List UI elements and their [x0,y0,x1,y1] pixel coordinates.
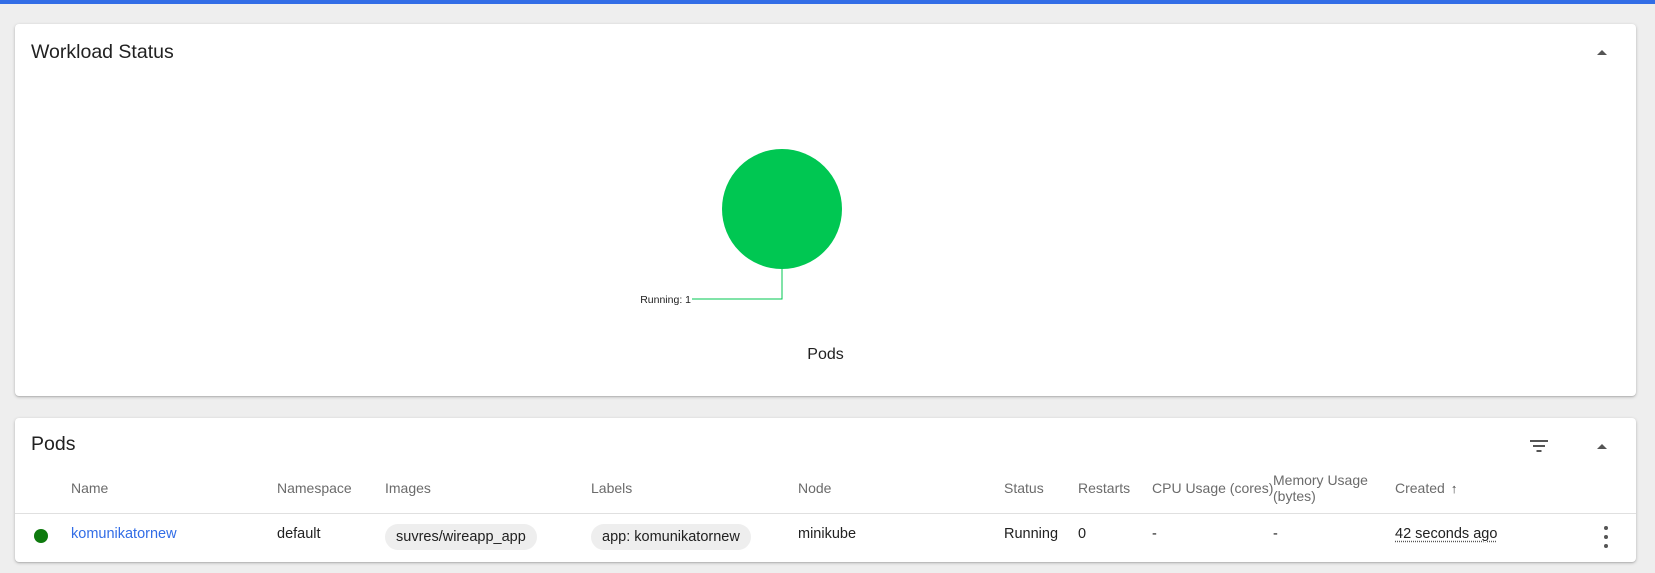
running-status-icon [34,529,48,543]
pods-card: Pods Name Namespace Images Labels Node S… [15,418,1636,562]
header-divider [15,513,1636,514]
workload-status-card: Workload Status Running: 1 Pods [15,24,1636,396]
column-header-status[interactable]: Status [1004,480,1044,496]
pod-status: Running [1004,526,1059,542]
pod-created-time: 42 seconds ago [1395,526,1498,542]
filter-list-icon [1530,440,1548,452]
filter-button[interactable] [1523,430,1555,462]
slice-label-running: Running: 1 [640,294,691,306]
arrow-drop-up-icon [1597,443,1607,449]
column-header-labels: Labels [591,480,633,496]
column-header-namespace[interactable]: Namespace [277,480,352,496]
collapse-pods-button[interactable] [1586,430,1618,462]
more-vert-icon[interactable] [1600,526,1612,548]
created-header-label: Created [1395,480,1445,496]
pods-pie-chart: Running: 1 [640,149,842,306]
column-header-restarts[interactable]: Restarts [1078,480,1130,496]
slice-leader-line [692,269,783,300]
memory-header-line2: (bytes) [1273,488,1316,504]
chart-caption: Pods [807,346,844,363]
column-header-cpu: CPU Usage (cores) [1152,480,1274,496]
column-header-created[interactable]: Created ↑ [1395,480,1457,497]
pod-name-link[interactable]: komunikatornew [71,525,177,543]
sort-ascending-icon: ↑ [1450,481,1458,496]
column-header-memory: Memory Usage (bytes) [1273,472,1368,504]
pod-cpu-usage: - [1152,526,1157,542]
column-header-name[interactable]: Name [71,480,108,496]
column-header-node[interactable]: Node [798,480,831,496]
pod-node: minikube [798,526,857,542]
pod-restarts: 0 [1078,526,1087,542]
pie-slice-running [722,149,842,269]
top-accent-bar [0,0,1655,4]
pod-namespace: default [277,526,321,542]
pods-title: Pods [31,433,76,455]
column-header-images: Images [385,480,431,496]
label-chip: app: komunikatornew [591,524,751,550]
image-chip: suvres/wireapp_app [385,524,537,550]
memory-header-line1: Memory Usage [1273,472,1368,488]
pod-memory-usage: - [1273,526,1278,542]
